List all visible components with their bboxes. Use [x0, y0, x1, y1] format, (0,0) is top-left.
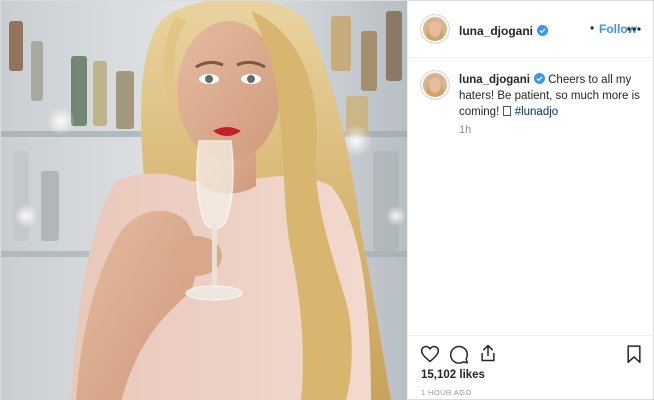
dot-separator: • [590, 21, 595, 35]
post-actions: 15,102 likes 1 HOUR AGO [408, 335, 654, 400]
verified-badge-icon [537, 25, 549, 36]
post-image-illustration [1, 1, 407, 400]
post-side-panel: luna_djogani • Follow luna_djogani Cheer… [407, 1, 654, 400]
instagram-post-dialog: luna_djogani • Follow luna_djogani Cheer… [0, 0, 654, 400]
post-photo[interactable] [1, 1, 407, 400]
caption-time[interactable]: 1h [459, 124, 471, 136]
emoji-glyph [503, 106, 512, 116]
post-caption: luna_djogani Cheers to all my haters! Be… [459, 72, 647, 120]
post-timestamp: 1 HOUR AGO [421, 388, 472, 397]
likes-count[interactable]: 15,102 likes [421, 369, 485, 381]
header-username-row: luna_djogani [459, 22, 549, 40]
post-header: luna_djogani • Follow [408, 1, 654, 58]
bookmark-icon[interactable] [624, 344, 644, 364]
verified-badge-icon [533, 73, 545, 84]
comment-icon[interactable] [449, 344, 469, 364]
avatar[interactable] [420, 14, 450, 44]
share-icon[interactable] [478, 343, 498, 363]
more-options-icon[interactable] [626, 21, 642, 37]
username-link[interactable]: luna_djogani [459, 24, 533, 38]
caption-username[interactable]: luna_djogani [459, 74, 530, 86]
hashtag-link[interactable]: #lunadjo [515, 106, 558, 118]
heart-icon[interactable] [420, 344, 440, 364]
caption-avatar[interactable] [420, 70, 450, 100]
